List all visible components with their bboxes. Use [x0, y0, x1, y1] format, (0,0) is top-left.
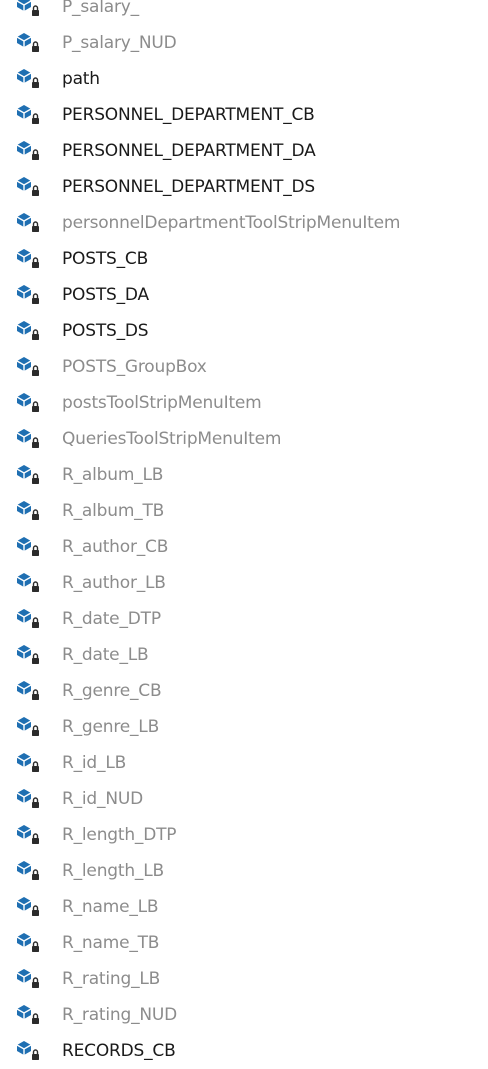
list-item[interactable]: R_rating_LB — [0, 961, 488, 997]
list-item-label: R_album_TB — [62, 501, 165, 521]
list-item-label: R_genre_LB — [62, 717, 160, 737]
field-with-lock-icon — [15, 787, 47, 811]
field-with-lock-icon — [15, 319, 47, 343]
list-item-label: P_salary_ — [62, 0, 139, 17]
list-item-label: R_id_NUD — [62, 789, 143, 809]
field-with-lock-icon — [15, 211, 47, 235]
list-item-label: POSTS_GroupBox — [62, 357, 207, 377]
field-with-lock-icon — [15, 967, 47, 991]
field-with-lock-icon — [15, 679, 47, 703]
field-with-lock-icon — [15, 571, 47, 595]
field-with-lock-icon — [15, 247, 47, 271]
list-item[interactable]: R_genre_CB — [0, 673, 488, 709]
field-with-lock-icon — [15, 895, 47, 919]
list-item-label: R_name_TB — [62, 933, 160, 953]
list-item[interactable]: POSTS_DA — [0, 277, 488, 313]
list-item[interactable]: PERSONNEL_DEPARTMENT_CB — [0, 97, 488, 133]
list-item[interactable]: P_salary_ — [0, 0, 488, 25]
list-item-label: R_author_CB — [62, 537, 169, 557]
field-with-lock-icon — [15, 283, 47, 307]
field-with-lock-icon — [15, 103, 47, 127]
list-item[interactable]: R_name_LB — [0, 889, 488, 925]
list-item[interactable]: R_id_LB — [0, 745, 488, 781]
list-item-label: R_author_LB — [62, 573, 166, 593]
field-with-lock-icon — [15, 391, 47, 415]
list-item-label: personnelDepartmentToolStripMenuItem — [62, 213, 401, 233]
list-item-label: POSTS_CB — [62, 249, 149, 269]
list-item[interactable]: R_album_TB — [0, 493, 488, 529]
field-with-lock-icon — [15, 499, 47, 523]
list-item-label: R_rating_LB — [62, 969, 161, 989]
list-item[interactable]: postsToolStripMenuItem — [0, 385, 488, 421]
field-with-lock-icon — [15, 535, 47, 559]
list-item[interactable]: R_date_DTP — [0, 601, 488, 637]
list-item-label: R_genre_CB — [62, 681, 162, 701]
field-with-lock-icon — [15, 355, 47, 379]
list-item[interactable]: R_author_CB — [0, 529, 488, 565]
list-item[interactable]: R_name_TB — [0, 925, 488, 961]
list-item-label: POSTS_DA — [62, 285, 149, 305]
list-item[interactable]: R_rating_NUD — [0, 997, 488, 1033]
list-item-label: R_length_DTP — [62, 825, 177, 845]
list-item[interactable]: R_length_DTP — [0, 817, 488, 853]
list-item[interactable]: R_author_LB — [0, 565, 488, 601]
list-item-label: R_date_DTP — [62, 609, 161, 629]
list-item[interactable]: P_salary_NUD — [0, 25, 488, 61]
list-item[interactable]: R_genre_LB — [0, 709, 488, 745]
field-with-lock-icon — [15, 31, 47, 55]
field-with-lock-icon — [15, 463, 47, 487]
list-item[interactable]: R_length_LB — [0, 853, 488, 889]
list-item-label: POSTS_DS — [62, 321, 149, 341]
list-item[interactable]: personnelDepartmentToolStripMenuItem — [0, 205, 488, 241]
list-item[interactable]: path — [0, 61, 488, 97]
field-with-lock-icon — [15, 715, 47, 739]
list-item[interactable]: POSTS_CB — [0, 241, 488, 277]
field-with-lock-icon — [15, 751, 47, 775]
list-item-label: PERSONNEL_DEPARTMENT_CB — [62, 105, 315, 125]
list-item[interactable]: PERSONNEL_DEPARTMENT_DA — [0, 133, 488, 169]
list-item[interactable]: R_date_LB — [0, 637, 488, 673]
field-with-lock-icon — [15, 643, 47, 667]
field-with-lock-icon — [15, 859, 47, 883]
field-with-lock-icon — [15, 931, 47, 955]
list-item-label: R_album_LB — [62, 465, 164, 485]
list-item[interactable]: POSTS_DS — [0, 313, 488, 349]
field-with-lock-icon — [15, 67, 47, 91]
list-item-label: R_length_LB — [62, 861, 164, 881]
list-item[interactable]: R_album_LB — [0, 457, 488, 493]
list-item-label: QueriesToolStripMenuItem — [62, 429, 282, 449]
list-item-label: R_rating_NUD — [62, 1005, 178, 1025]
field-with-lock-icon — [15, 1003, 47, 1027]
field-with-lock-icon — [15, 607, 47, 631]
list-item-label: R_name_LB — [62, 897, 159, 917]
field-with-lock-icon — [15, 823, 47, 847]
list-item-label: path — [62, 69, 100, 89]
list-item-label: PERSONNEL_DEPARTMENT_DS — [62, 177, 315, 197]
list-item-label: postsToolStripMenuItem — [62, 393, 262, 413]
list-item-label: PERSONNEL_DEPARTMENT_DA — [62, 141, 316, 161]
field-with-lock-icon — [15, 139, 47, 163]
list-item[interactable]: POSTS_GroupBox — [0, 349, 488, 385]
list-item-label: R_date_LB — [62, 645, 149, 665]
list-item[interactable]: QueriesToolStripMenuItem — [0, 421, 488, 457]
field-with-lock-icon — [15, 175, 47, 199]
member-list: P_salary_ P_salary_NUDpath PERSONNEL_DEPAR… — [0, 0, 488, 1069]
field-with-lock-icon — [15, 0, 47, 19]
list-item[interactable]: PERSONNEL_DEPARTMENT_DS — [0, 169, 488, 205]
list-item-label: P_salary_NUD — [62, 33, 177, 53]
list-item-label: RECORDS_CB — [62, 1041, 176, 1061]
field-with-lock-icon — [15, 1039, 47, 1063]
list-item-label: R_id_LB — [62, 753, 127, 773]
list-item[interactable]: R_id_NUD — [0, 781, 488, 817]
field-with-lock-icon — [15, 427, 47, 451]
